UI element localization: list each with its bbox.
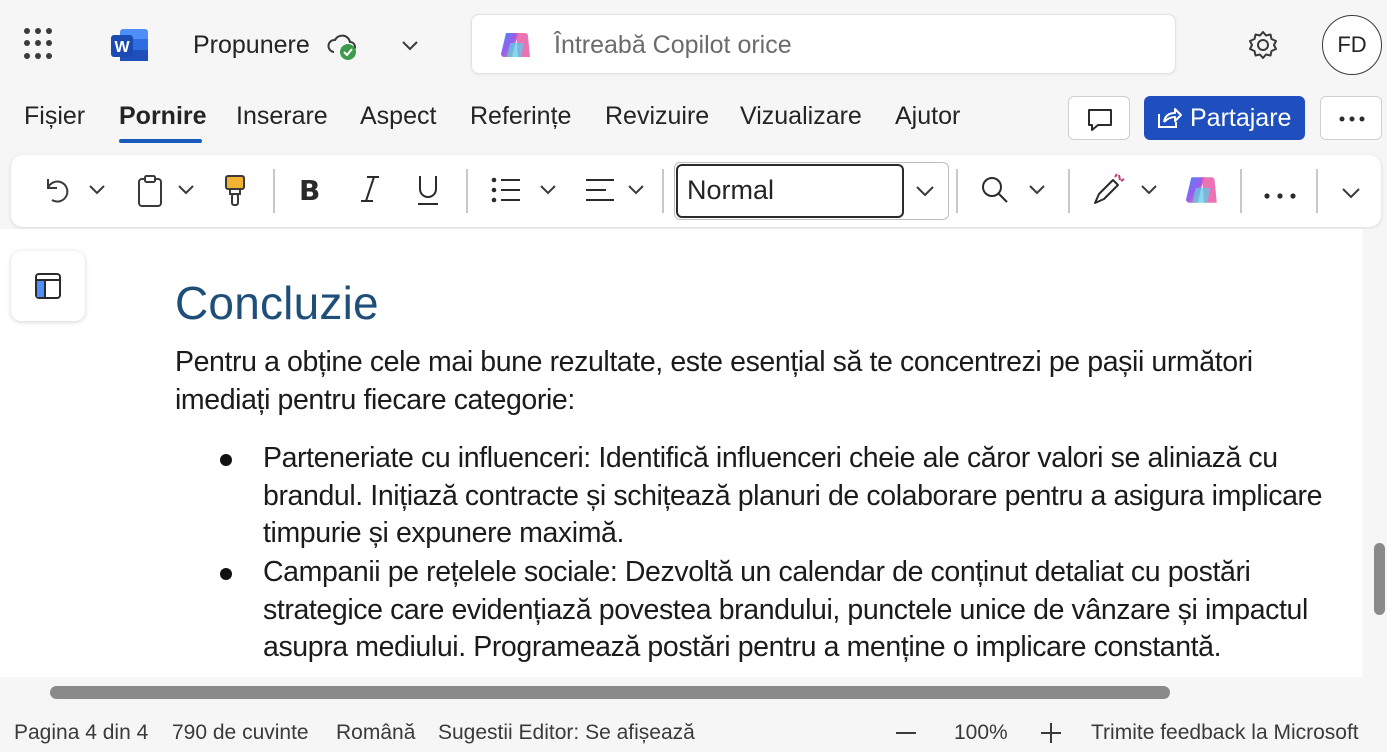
align-icon[interactable]	[583, 173, 617, 212]
vertical-scrollbar-thumb[interactable]	[1374, 543, 1385, 615]
editor-chevron-icon[interactable]	[1139, 179, 1159, 204]
settings-gear-icon[interactable]	[1245, 27, 1281, 63]
toolbar-separator	[956, 169, 958, 213]
tab-references[interactable]: Referințe	[470, 102, 571, 131]
navigation-pane-button[interactable]	[11, 251, 85, 321]
undo-chevron-icon[interactable]	[87, 179, 107, 204]
status-editor-suggestions[interactable]: Sugestii Editor: Se afișează	[438, 721, 695, 745]
toolbar-separator	[662, 169, 664, 213]
toolbar-separator	[466, 169, 468, 213]
tab-view[interactable]: Vizualizare	[740, 102, 862, 131]
expand-ribbon-chevron-icon[interactable]	[1339, 181, 1363, 210]
feedback-link[interactable]: Trimite feedback la Microsoft	[1091, 721, 1359, 745]
share-label: Partajare	[1190, 104, 1292, 132]
clipboard-icon[interactable]	[135, 173, 165, 214]
style-chevron-icon[interactable]	[913, 179, 937, 208]
bullet-dot	[220, 454, 232, 466]
status-language[interactable]: Română	[336, 721, 415, 745]
document-heading[interactable]: Concluzie	[175, 276, 379, 330]
tab-home[interactable]: Pornire	[119, 102, 207, 131]
share-button[interactable]: Partajare	[1144, 96, 1305, 140]
user-avatar[interactable]: FD	[1322, 15, 1382, 75]
bullets-icon[interactable]	[489, 173, 523, 212]
align-chevron-icon[interactable]	[626, 179, 646, 204]
more-options-button[interactable]	[1320, 96, 1382, 140]
editor-icon[interactable]	[1091, 173, 1127, 212]
list-item[interactable]: Parteneriate cu influenceri: Identifică …	[263, 440, 1343, 553]
ribbon-toolbar: B Normal	[11, 155, 1381, 227]
tab-review[interactable]: Revizuire	[605, 102, 709, 131]
word-logo-icon: W	[110, 27, 150, 63]
status-page-count[interactable]: Pagina 4 din 4	[14, 721, 148, 745]
paste-chevron-icon[interactable]	[176, 179, 196, 204]
ellipsis-icon	[1339, 116, 1365, 122]
chevron-down-icon[interactable]	[398, 33, 422, 57]
zoom-level[interactable]: 100%	[954, 721, 1008, 745]
document-title[interactable]: Propunere	[193, 31, 310, 60]
format-painter-icon[interactable]	[222, 173, 248, 214]
style-selector[interactable]: Normal	[674, 162, 949, 220]
toolbar-separator	[1240, 169, 1242, 213]
svg-text:W: W	[114, 39, 130, 56]
copilot-search-box[interactable]: Întreabă Copilot orice	[471, 14, 1176, 74]
navigation-pane-icon	[35, 273, 61, 299]
underline-icon[interactable]	[415, 172, 441, 213]
copilot-icon[interactable]	[1185, 173, 1221, 212]
zoom-in-icon[interactable]	[1038, 720, 1064, 746]
comment-icon	[1088, 109, 1112, 131]
active-tab-indicator	[119, 139, 202, 143]
toolbar-separator	[1068, 169, 1070, 213]
tab-insert[interactable]: Inserare	[236, 102, 328, 131]
bullets-chevron-icon[interactable]	[538, 179, 558, 204]
list-item[interactable]: Campanii pe rețelele sociale: Dezvoltă u…	[263, 554, 1323, 667]
copilot-icon	[501, 33, 530, 57]
cloud-saved-icon	[326, 30, 360, 62]
find-icon[interactable]	[979, 173, 1011, 212]
status-word-count[interactable]: 790 de cuvinte	[172, 721, 309, 745]
toolbar-separator	[273, 169, 275, 213]
tab-layout[interactable]: Aspect	[360, 102, 436, 131]
toolbar-separator	[1316, 169, 1318, 213]
italic-icon[interactable]	[357, 172, 383, 211]
tab-file[interactable]: Fișier	[24, 102, 85, 131]
style-input[interactable]: Normal	[676, 164, 904, 218]
tab-help[interactable]: Ajutor	[895, 102, 960, 131]
comments-button[interactable]	[1068, 96, 1130, 140]
bullet-dot	[220, 568, 232, 580]
search-placeholder: Întreabă Copilot orice	[554, 31, 792, 59]
horizontal-scrollbar-thumb[interactable]	[50, 686, 1170, 699]
find-chevron-icon[interactable]	[1027, 179, 1047, 204]
undo-icon[interactable]	[39, 173, 73, 212]
app-launcher-icon[interactable]	[24, 28, 56, 60]
document-paragraph[interactable]: Pentru a obține cele mai bune rezultate,…	[175, 344, 1295, 419]
more-icon[interactable]	[1263, 187, 1297, 205]
share-icon	[1158, 108, 1182, 128]
bold-icon[interactable]: B	[299, 174, 320, 207]
zoom-out-icon[interactable]	[893, 720, 919, 746]
